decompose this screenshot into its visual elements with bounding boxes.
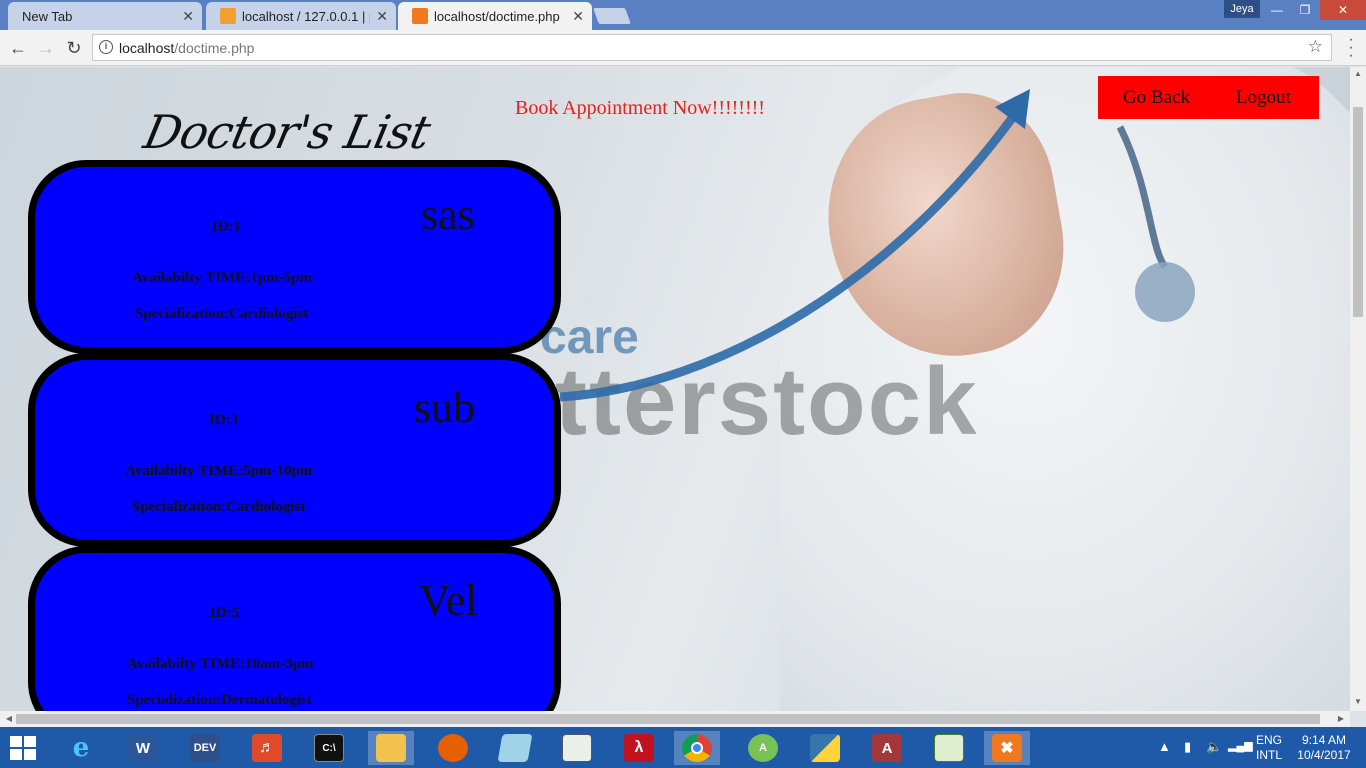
doctor-specialization: Specialization:Dermatologist — [127, 692, 312, 708]
volume-icon[interactable]: 🔈 — [1206, 739, 1222, 755]
cmd-icon[interactable]: C:\ — [306, 731, 352, 765]
tab-label: localhost/doctime.php — [434, 8, 560, 24]
tab-label: localhost / 127.0.0.1 | php — [242, 8, 370, 24]
tab-phpmyadmin[interactable]: localhost / 127.0.0.1 | php ✕ — [206, 2, 396, 30]
python-icon[interactable] — [802, 731, 848, 765]
forward-arrow-icon[interactable]: → — [34, 36, 58, 60]
doctor-specialization: Specialization:Cardiologist — [135, 306, 309, 322]
reload-icon[interactable]: ↻ — [62, 36, 86, 60]
firefox-icon[interactable] — [430, 731, 476, 765]
devcpp-icon[interactable]: DEV — [182, 731, 228, 765]
internet-explorer-icon[interactable]: e — [58, 731, 104, 765]
doctor-specialization: Specialization:Cardiologist — [132, 499, 306, 515]
doctor-availability: Availabilty TIME:5pm-10pm — [125, 463, 313, 479]
battery-icon[interactable]: ▮ — [1184, 739, 1191, 755]
close-icon[interactable]: ✕ — [376, 8, 388, 25]
address-bar[interactable]: i localhost/doctime.php ☆ — [92, 34, 1332, 61]
tab-label: New Tab — [22, 8, 73, 24]
new-tab-button[interactable] — [593, 8, 631, 24]
logout-button[interactable]: Logout — [1236, 87, 1291, 109]
info-icon[interactable]: i — [99, 40, 113, 54]
browser-toolbar: ← → ↻ i localhost/doctime.php ☆ · · · — [0, 30, 1366, 66]
phpmyadmin-icon — [220, 8, 236, 24]
horizontal-scroll-thumb[interactable] — [16, 714, 1320, 724]
chrome-icon[interactable] — [674, 731, 720, 765]
doctor-name: sub — [414, 383, 476, 432]
word-icon[interactable]: W — [120, 731, 166, 765]
doctor-id: ID:5 — [210, 605, 240, 621]
scroll-up-icon[interactable]: ▲ — [1350, 67, 1366, 81]
url-text: localhost/doctime.php — [119, 40, 254, 56]
file-explorer-icon[interactable] — [368, 731, 414, 765]
android-studio-icon[interactable]: A — [740, 731, 786, 765]
notepad-icon[interactable] — [492, 731, 538, 765]
header-nav: Go Back Logout — [1098, 76, 1319, 119]
minimize-icon[interactable]: — — [1262, 0, 1292, 20]
language-code: ENG — [1256, 733, 1283, 747]
system-clock[interactable]: 9:14 AM 10/4/2017 — [1296, 733, 1352, 763]
url-path: /doctime.php — [174, 40, 255, 56]
keyboard-layout: INTL — [1256, 748, 1283, 762]
profile-badge[interactable]: Jeya — [1224, 0, 1260, 18]
browser-titlebar: New Tab ✕ localhost / 127.0.0.1 | php ✕ … — [0, 0, 1366, 30]
network-icon[interactable]: ▂▄▆ — [1228, 739, 1253, 752]
doctor-id: ID:1 — [212, 219, 242, 235]
close-icon[interactable]: ✕ — [572, 8, 584, 25]
bookmark-star-icon[interactable]: ☆ — [1308, 37, 1323, 57]
xampp-icon — [412, 8, 428, 24]
menu-icon[interactable]: · · · — [1344, 32, 1358, 64]
page-title: Doctor's List — [139, 105, 435, 159]
doctor-name: Vel — [419, 576, 478, 625]
book-appointment-link[interactable]: Book Appointment Now!!!!!!!! — [515, 97, 765, 120]
close-icon[interactable]: ✕ — [182, 8, 194, 25]
doctor-card: Vel ID:5 Availabilty TIME:10am-3pm Speci… — [28, 546, 561, 711]
windows-start-icon[interactable] — [10, 736, 38, 760]
doctor-id: ID:3 — [209, 412, 239, 428]
scroll-left-icon[interactable]: ◀ — [2, 711, 16, 727]
clock-time: 9:14 AM — [1301, 733, 1347, 747]
back-arrow-icon[interactable]: ← — [6, 36, 30, 60]
editor-icon[interactable] — [926, 731, 972, 765]
access-icon[interactable]: A — [864, 731, 910, 765]
horizontal-scrollbar[interactable]: ◀ ▶ — [0, 711, 1350, 727]
windows-taskbar: e W DEV ♬ C:\ λ A A ✖ ▲ ▮ 🔈 ▂▄▆ ENG INTL… — [0, 727, 1366, 768]
go-back-button[interactable]: Go Back — [1123, 87, 1190, 109]
doctor-name: sas — [421, 190, 475, 239]
headphones-icon[interactable]: ♬ — [244, 731, 290, 765]
window-close-icon[interactable]: ✕ — [1320, 0, 1366, 20]
clock-date: 10/4/2017 — [1297, 748, 1351, 762]
doctor-availability: Availabilty TIME:1pm-5pm — [132, 270, 312, 286]
notepad2-icon[interactable] — [554, 731, 600, 765]
acrobat-icon[interactable]: λ — [616, 731, 662, 765]
vertical-scroll-thumb[interactable] — [1353, 107, 1363, 317]
xampp-icon[interactable]: ✖ — [984, 731, 1030, 765]
language-indicator[interactable]: ENG INTL — [1256, 733, 1282, 763]
scroll-down-icon[interactable]: ▼ — [1350, 695, 1366, 709]
tab-doctime[interactable]: localhost/doctime.php ✕ — [398, 2, 592, 30]
maximize-icon[interactable]: ❐ — [1290, 0, 1320, 20]
tray-overflow-icon[interactable]: ▲ — [1158, 739, 1171, 754]
doctor-availability: Availabilty TIME:10am-3pm — [127, 656, 314, 672]
vertical-scrollbar[interactable]: ▲ ▼ — [1350, 67, 1366, 711]
tab-new-tab[interactable]: New Tab ✕ — [8, 2, 202, 30]
doctor-card: sub ID:3 Availabilty TIME:5pm-10pm Speci… — [28, 353, 561, 547]
url-host: localhost — [119, 40, 175, 56]
page-viewport: care tterstock Book Appointment Now!!!!!… — [0, 67, 1350, 711]
scroll-right-icon[interactable]: ▶ — [1334, 711, 1348, 727]
doctor-card: sas ID:1 Availabilty TIME:1pm-5pm Specia… — [28, 160, 561, 354]
